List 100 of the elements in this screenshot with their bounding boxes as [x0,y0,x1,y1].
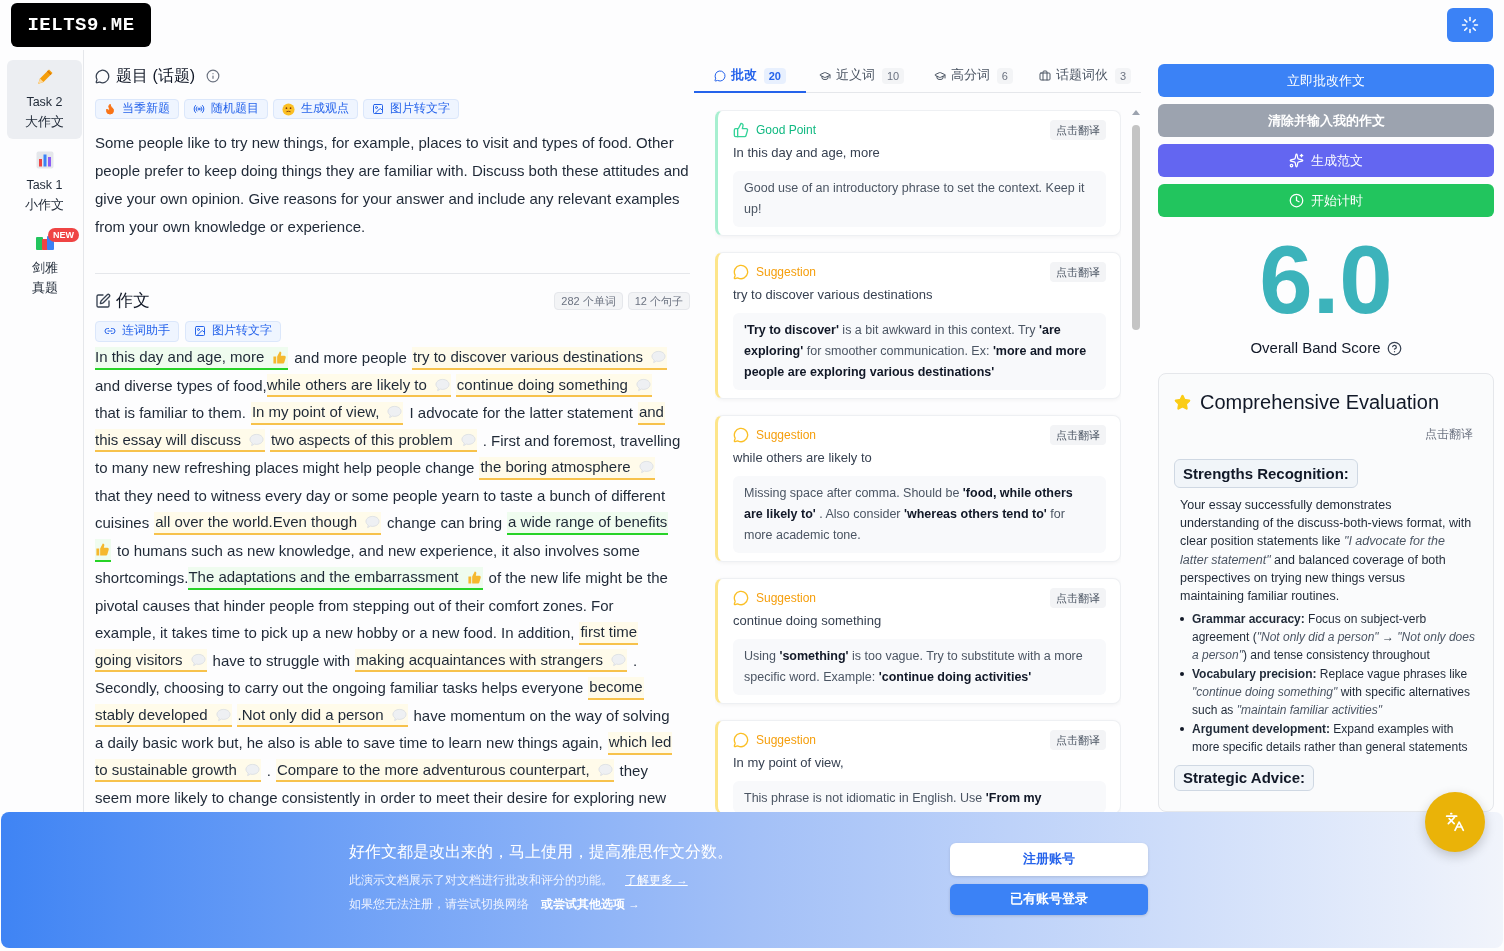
essay-text: and more people [293,348,407,368]
quoted-phrase: In this day and age, more [733,144,881,162]
tab[interactable]: 批改 20 [694,60,806,93]
new-badge: NEW [48,228,79,242]
essay-text: shortcomings. [95,568,189,588]
banner-button[interactable]: 已有账号登录 [950,884,1148,915]
tab[interactable]: 话题词伙 3 [1029,60,1141,93]
highlighted-phrase[interactable]: going visitors [95,649,207,673]
tool-button[interactable]: 图片转文字 [185,320,281,342]
count-badge: 10 [882,67,905,84]
essay-text: cuisines [95,513,150,533]
section-title: 作文 [116,289,150,312]
translate-button[interactable]: 点击翻译 [1050,262,1106,282]
action-button[interactable]: 立即批改作文 [1158,64,1494,97]
graduation-cap-icon [819,69,831,82]
highlighted-phrase[interactable]: continue doing something [455,374,652,398]
chat-bubble-icon [733,732,749,748]
essay-text: a daily basic work but, he also is able to save time to learn new things again, [95,733,603,753]
highlighted-phrase[interactable]: which led [607,731,673,755]
quoted-phrase: while others are likely to [733,449,873,467]
essay-text: I advocate for the latter statement [408,403,633,423]
highlighted-phrase[interactable]: a wide range of benefits [507,511,669,535]
score-label: Overall Band Score [1250,337,1381,358]
comment-type-label: Suggestion [756,732,817,749]
highlighted-phrase[interactable]: .Not only did a person [236,704,408,728]
essay-text: that they need to witness every day or some people yearn to taste a bunch of different [95,485,666,506]
highlighted-phrase[interactable]: The adaptations and the embarrassment [188,566,483,590]
image-icon [194,325,206,337]
highlighted-phrase[interactable]: the boring atmosphere [479,456,655,480]
highlighted-phrase[interactable]: this essay will discuss [95,429,265,453]
comment-type-label: Good Point [756,122,817,139]
banner-note: 如果您无法注册，请尝试切换网络 [349,897,529,912]
highlighted-phrase[interactable]: and [637,401,665,425]
comment-explanation: This phrase is not idiomatic in English. Use 'From my [733,781,1106,812]
highlighted-phrase[interactable]: all over the world.Even though [154,511,381,535]
highlighted-phrase[interactable]: Compare to the more adventurous counterpart, [275,759,614,783]
loading-button[interactable] [1447,8,1493,42]
broadcast-icon [193,103,205,115]
bullet-icon [1180,617,1184,622]
highlighted-phrase[interactable]: while others are likely to [266,374,451,398]
comment-type-label: Suggestion [756,590,817,607]
sparkles-icon [1289,153,1304,168]
section-heading: Strategic Advice: [1174,765,1314,792]
fire-icon [104,103,116,115]
tab[interactable]: 高分词 6 [917,60,1030,93]
highlighted-phrase[interactable]: try to discover various destinations [411,346,667,370]
highlighted-phrase[interactable]: two aspects of this problem [269,429,477,453]
chat-bubble-icon [95,68,110,84]
banner-headline: 好作文都是改出来的，马上使用，提高雅思作文分数。 [349,842,734,862]
translate-icon [1445,812,1465,832]
translate-button[interactable]: 点击翻译 [1050,730,1106,750]
face-icon [282,102,295,116]
essay-text: example, it takes time to pick up a new hobby or a new food. In addition, [95,623,575,643]
action-button[interactable]: 生成范文 [1158,144,1494,177]
spinner-icon [1461,16,1479,34]
comment-explanation: 'Try to discover' is a bit awkward in this context. Try 'are exploring' for smoother communication. Ex: 'more and more people are exploring various destinations' [733,313,1106,390]
highlighted-phrase[interactable]: In my point of view, [250,401,404,425]
bullet-icon [1180,727,1184,732]
highlighted-phrase[interactable] [95,539,111,563]
help-icon[interactable] [1386,340,1402,356]
tool-button[interactable]: 连词助手 [95,320,179,342]
link-icon [104,325,116,337]
essay-text: of the new life might be the [487,568,668,588]
info-icon[interactable] [206,69,221,83]
translate-button[interactable]: 点击翻译 [1425,426,1473,442]
comment-explanation: Good use of an introductory phrase to set the context. Keep it up! [733,171,1106,227]
sidebar-item[interactable]: NEW 剑雅 真题 [7,226,82,305]
translate-button[interactable]: 点击翻译 [1050,588,1106,608]
highlighted-phrase[interactable]: become [588,676,644,700]
essay-text: . First and foremost, travelling [481,430,681,451]
scroll-up-arrow-icon[interactable] [1131,110,1140,115]
highlighted-phrase[interactable]: first time [579,621,639,645]
evaluation-paragraph: Your essay successfully demonstrates understanding of the discuss-both-views format, with clear position statements like "I advocate for the latter statement" and balanced coverage of both perspectives on trying new things versus maintaining familiar routines. [1179,497,1473,605]
highlighted-phrase[interactable]: making acquaintances with strangers [355,649,627,673]
scrollbar-thumb[interactable] [1131,125,1140,330]
sidebar-item[interactable]: Task 1 小作文 [7,143,82,222]
banner-button[interactable]: 注册账号 [950,843,1148,876]
highlighted-phrase[interactable]: In this day and age, more [95,346,289,370]
essay-text: to humans such as new knowledge, and new experience, it also involves some [116,540,640,561]
translate-button[interactable]: 点击翻译 [1050,425,1106,445]
site-logo[interactable]: IELTS9.ME [11,3,151,47]
sidebar-item[interactable]: Task 2 大作文 [7,60,82,139]
translate-button[interactable]: 点击翻译 [1050,120,1106,140]
highlighted-phrase[interactable]: to sustainable growth [95,759,261,783]
tool-button[interactable]: 图片转文字 [363,99,459,119]
banner-note: 此演示文档展示了对文档进行批改和评分的功能。 [349,873,613,888]
quoted-phrase: In my point of view, [733,754,845,772]
card-title: Comprehensive Evaluation [1200,390,1440,415]
thumbs-up-icon [733,122,749,138]
count-badge: 6 [996,67,1013,84]
section-heading: Strengths Recognition: [1174,459,1358,488]
tab[interactable]: 近义词 10 [805,60,918,93]
bullet-icon [1180,672,1184,677]
comment-type-label: Suggestion [756,427,817,444]
tool-button[interactable]: 当季新题 [95,99,179,119]
essay-text: Secondly, choosing to carry out the ongoing familiar tasks helps everyone [95,678,584,698]
highlighted-phrase[interactable]: stably developed [95,704,232,728]
tool-button[interactable]: 生成观点 [273,99,358,119]
tool-button[interactable]: 随机题目 [184,99,268,119]
essay-text: pivotal causes that hinder people from stepping out of their comfort zones. For [95,595,614,616]
